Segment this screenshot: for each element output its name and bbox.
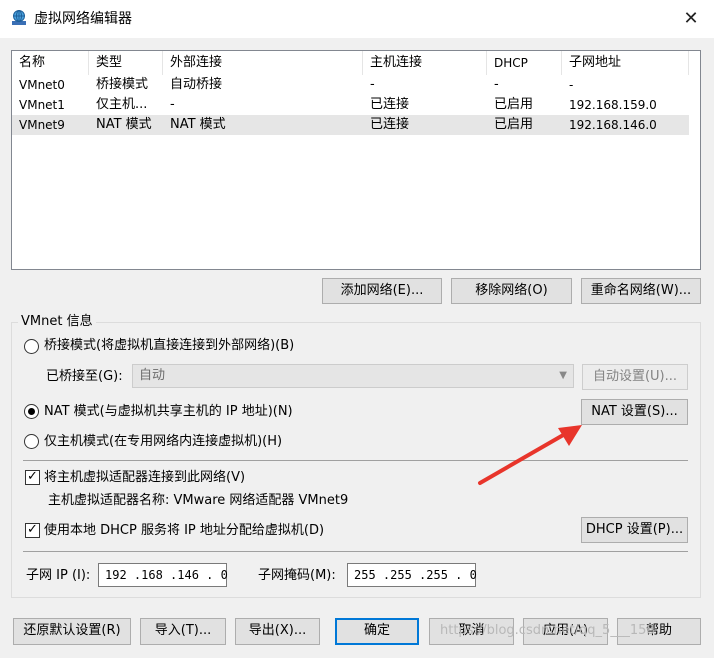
cell-dhcp: - xyxy=(494,77,499,92)
cell-name: VMnet9 xyxy=(19,118,65,132)
column-header-type[interactable]: 类型 xyxy=(89,51,163,75)
column-header-host[interactable]: 主机连接 xyxy=(363,51,487,75)
add-network-button[interactable]: 添加网络(E)... xyxy=(322,278,442,304)
host-only-mode-radio[interactable] xyxy=(24,434,39,449)
cell-name: VMnet1 xyxy=(19,98,65,112)
cell-host: 已连接 xyxy=(370,117,410,132)
close-icon: ✕ xyxy=(683,8,699,29)
dhcp-settings-button[interactable]: DHCP 设置(P)... xyxy=(581,517,688,543)
cell-host: - xyxy=(370,77,375,92)
column-header-subnet[interactable]: 子网地址 xyxy=(562,51,689,75)
bridged-mode-label[interactable]: 桥接模式(将虚拟机直接连接到外部网络)(B) xyxy=(44,337,294,355)
watermark-text: https://blog.csdn.net/qq_5___158 xyxy=(440,623,655,638)
table-row[interactable]: VMnet0 桥接模式 自动桥接 - - - xyxy=(12,75,689,95)
nat-settings-button[interactable]: NAT 设置(S)... xyxy=(581,399,688,425)
checkmark-icon: ✓ xyxy=(27,469,38,484)
cell-external: 自动桥接 xyxy=(170,77,223,92)
cell-subnet: 192.168.159.0 xyxy=(569,98,657,112)
cell-host: 已连接 xyxy=(370,97,410,112)
window-title: 虚拟网络编辑器 xyxy=(34,11,132,27)
vmnet-info-title: VMnet 信息 xyxy=(18,313,96,331)
cell-type: 桥接模式 xyxy=(96,77,149,92)
cell-subnet: - xyxy=(569,78,574,92)
cell-dhcp: 已启用 xyxy=(494,117,534,132)
column-header-dhcp[interactable]: DHCP xyxy=(487,51,562,75)
subnet-ip-label: 子网 IP (I): xyxy=(26,568,91,583)
adapter-name-text: 主机虚拟适配器名称: VMware 网络适配器 VMnet9 xyxy=(48,493,349,508)
cell-dhcp: 已启用 xyxy=(494,97,534,112)
subnet-mask-label: 子网掩码(M): xyxy=(258,568,336,583)
annotation-arrow-icon xyxy=(478,425,582,485)
cell-type: NAT 模式 xyxy=(96,117,152,132)
network-list[interactable]: 名称 类型 外部连接 主机连接 DHCP 子网地址 VMnet0 桥接模式 自动… xyxy=(11,50,701,270)
remove-network-button[interactable]: 移除网络(O) xyxy=(451,278,572,304)
cell-external: - xyxy=(170,97,175,112)
table-row[interactable]: VMnet1 仅主机... - 已连接 已启用 192.168.159.0 xyxy=(12,95,689,115)
subnet-mask-input[interactable]: 255 .255 .255 . 0 xyxy=(347,563,477,587)
cell-type: 仅主机... xyxy=(96,97,148,112)
bridged-to-label: 已桥接至(G): xyxy=(46,369,123,384)
column-header-name[interactable]: 名称 xyxy=(12,51,89,75)
cell-external: NAT 模式 xyxy=(170,117,226,132)
import-button[interactable]: 导入(T)... xyxy=(140,618,226,645)
checkmark-icon: ✓ xyxy=(27,522,38,537)
rename-network-button[interactable]: 重命名网络(W)... xyxy=(581,278,701,304)
host-only-mode-label[interactable]: 仅主机模式(在专用网络内连接虚拟机)(H) xyxy=(44,433,282,451)
ok-button[interactable]: 确定 xyxy=(335,618,419,645)
cell-subnet: 192.168.146.0 xyxy=(569,118,657,132)
nat-mode-label[interactable]: NAT 模式(与虚拟机共享主机的 IP 地址)(N) xyxy=(44,403,293,421)
connect-adapter-label[interactable]: 将主机虚拟适配器连接到此网络(V) xyxy=(44,469,245,487)
separator xyxy=(23,551,688,552)
restore-defaults-button[interactable]: 还原默认设置(R) xyxy=(13,618,131,645)
radio-selected-dot xyxy=(28,408,35,415)
export-button[interactable]: 导出(X)... xyxy=(235,618,320,645)
chevron-down-icon: ▼ xyxy=(559,370,567,381)
auto-settings-button[interactable]: 自动设置(U)... xyxy=(582,364,688,390)
bridged-to-select[interactable]: 自动 ▼ xyxy=(132,364,574,388)
dhcp-checkbox[interactable]: ✓ xyxy=(25,522,40,538)
dhcp-label[interactable]: 使用本地 DHCP 服务将 IP 地址分配给虚拟机(D) xyxy=(44,522,324,540)
subnet-ip-input[interactable]: 192 .168 .146 . 0 xyxy=(98,563,228,587)
table-row-selected[interactable]: VMnet9 NAT 模式 NAT 模式 已连接 已启用 192.168.146… xyxy=(12,115,689,135)
bridged-mode-radio[interactable] xyxy=(24,339,39,354)
column-header-external[interactable]: 外部连接 xyxy=(163,51,363,75)
bridged-to-value: 自动 xyxy=(139,368,166,383)
network-globe-icon xyxy=(10,9,28,27)
connect-adapter-checkbox[interactable]: ✓ xyxy=(25,469,40,485)
close-button[interactable]: ✕ xyxy=(668,0,714,38)
cell-name: VMnet0 xyxy=(19,78,65,92)
nat-mode-radio[interactable] xyxy=(24,404,39,419)
